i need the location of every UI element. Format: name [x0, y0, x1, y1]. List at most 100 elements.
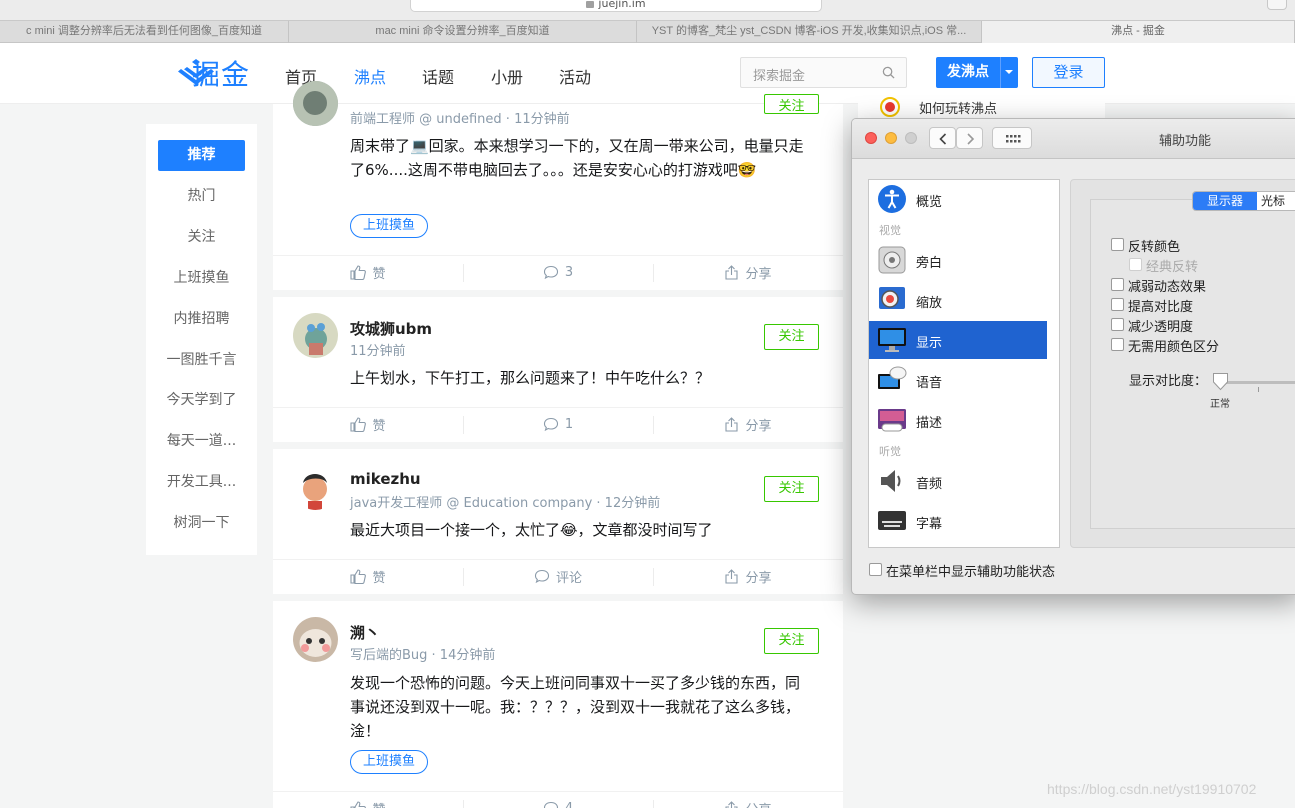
minimize-window-button[interactable]: [885, 132, 897, 144]
sidebar-item-slacking[interactable]: 上班摸鱼: [158, 263, 245, 294]
author-name[interactable]: mikezhu: [350, 470, 421, 488]
browser-tab[interactable]: mac mini 命令设置分辨率_百度知道: [289, 21, 637, 43]
list-item-descriptions[interactable]: 描述: [869, 401, 1047, 439]
follow-button[interactable]: 关注: [764, 324, 819, 350]
forward-button[interactable]: [956, 127, 983, 149]
comment-button[interactable]: 1: [463, 408, 653, 441]
browser-tab[interactable]: YST 的博客_梵尘 yst_CSDN 博客-iOS 开发,收集知识点,iOS …: [637, 21, 982, 43]
list-item-display[interactable]: 显示: [869, 321, 1047, 359]
comment-button[interactable]: 评论: [463, 560, 653, 593]
sidebar-item-jobs[interactable]: 内推招聘: [158, 304, 245, 335]
display-contrast-slider-track[interactable]: [1224, 381, 1295, 384]
search-input[interactable]: 探索掘金: [740, 57, 907, 88]
comment-button[interactable]: 3: [463, 256, 653, 289]
like-button[interactable]: 赞: [273, 256, 463, 289]
show-all-button[interactable]: [992, 127, 1032, 149]
reduce-transparency-checkbox[interactable]: [1111, 318, 1124, 331]
browser-tab-active[interactable]: 沸点 - 掘金: [982, 21, 1295, 43]
pin-content[interactable]: 周末带了💻回家。本来想学习一下的，又在周一带来公司，电量只走了6%....这周不…: [350, 134, 805, 182]
like-button[interactable]: 赞: [273, 792, 463, 808]
topic-tag[interactable]: 上班摸鱼: [350, 214, 429, 238]
pin-guide-link[interactable]: 如何玩转沸点: [858, 96, 1105, 118]
post-pin-button[interactable]: 发沸点: [936, 57, 1018, 88]
increase-contrast-checkbox[interactable]: [1111, 298, 1124, 311]
search-icon[interactable]: [882, 66, 895, 79]
share-button[interactable]: [1267, 0, 1287, 10]
back-button[interactable]: [929, 127, 956, 149]
nav-books[interactable]: 小册: [491, 64, 523, 88]
list-item-overview[interactable]: 概览: [869, 180, 1047, 218]
avatar[interactable]: [293, 313, 338, 358]
comment-count: 3: [564, 265, 574, 280]
classic-invert-label: 经典反转: [1146, 260, 1199, 275]
sidebar-item-recommended[interactable]: 推荐: [158, 140, 245, 171]
sidebar-item-til[interactable]: 今天学到了: [158, 385, 245, 416]
share-button[interactable]: 分享: [653, 256, 843, 289]
chevron-right-icon: [967, 133, 975, 145]
window-titlebar[interactable]: 辅助功能: [852, 119, 1295, 159]
follow-button[interactable]: 关注: [764, 94, 819, 114]
tab-display[interactable]: 显示器: [1193, 192, 1257, 210]
share-icon: [725, 569, 739, 584]
speech-icon: [878, 366, 907, 389]
nav-events[interactable]: 活动: [559, 64, 591, 88]
comment-icon: [534, 569, 550, 584]
display-contrast-slider-knob[interactable]: [1212, 372, 1229, 391]
grid-icon: [1006, 135, 1021, 143]
avatar[interactable]: [293, 617, 338, 662]
reduce-transparency-label: 减少透明度: [1128, 320, 1194, 335]
sidebar-item-daily-question[interactable]: 每天一道...: [158, 426, 245, 457]
comment-button[interactable]: 4: [463, 792, 653, 808]
tab-cursor[interactable]: 光标: [1261, 192, 1285, 210]
address-bar[interactable]: juejin.im: [410, 0, 822, 12]
comment-icon: [543, 265, 558, 280]
sidebar-item-dev-tools[interactable]: 开发工具...: [158, 467, 245, 498]
slider-normal-label: 正常: [1210, 399, 1230, 410]
list-item-zoom[interactable]: 缩放: [869, 281, 1047, 319]
follow-button[interactable]: 关注: [764, 628, 819, 654]
share-button[interactable]: 分享: [653, 408, 843, 441]
like-button[interactable]: 赞: [273, 560, 463, 593]
share-button[interactable]: 分享: [653, 792, 843, 808]
sidebar-item-hot[interactable]: 热门: [158, 181, 245, 212]
display-contrast-label: 显示对比度：: [1129, 374, 1208, 389]
list-item-audio[interactable]: 音频: [869, 462, 1047, 500]
share-button[interactable]: 分享: [653, 560, 843, 593]
list-item-captions[interactable]: 字幕: [869, 502, 1047, 540]
window-title: 辅助功能: [1159, 134, 1212, 149]
pin-content[interactable]: 最近大项目一个接一个，太忙了😂，文章都没时间写了: [350, 518, 805, 542]
like-button[interactable]: 赞: [273, 408, 463, 441]
author-name[interactable]: 攻城狮ubm: [350, 318, 432, 339]
follow-button[interactable]: 关注: [764, 476, 819, 502]
reduce-motion-checkbox[interactable]: [1111, 278, 1124, 291]
invert-colors-checkbox[interactable]: [1111, 238, 1124, 251]
avatar[interactable]: [293, 465, 338, 510]
pin-content[interactable]: 上午划水，下午打工，那么问题来了！中午吃什么？？: [350, 366, 805, 390]
pin-content[interactable]: 发现一个恐怖的问题。今天上班问同事双十一买了多少钱的东西，同事说还没到双十一呢。…: [350, 671, 805, 743]
list-item-label: 字幕: [916, 517, 943, 532]
voiceover-icon: [878, 246, 906, 274]
sidebar-item-pictures[interactable]: 一图胜千言: [158, 345, 245, 376]
close-window-button[interactable]: [865, 132, 877, 144]
sidebar-item-tree-hole[interactable]: 树洞一下: [158, 508, 245, 539]
chevron-down-icon[interactable]: [1005, 70, 1013, 74]
menu-bar-status-checkbox[interactable]: [869, 563, 882, 576]
author-name[interactable]: 溯丶: [350, 622, 380, 643]
chevron-left-icon: [939, 133, 947, 145]
author-meta: java开发工程师 @ Education company · 12分钟前: [350, 496, 661, 511]
zoom-window-button[interactable]: [905, 132, 917, 144]
list-item-voiceover[interactable]: 旁白: [869, 241, 1047, 279]
logo-text[interactable]: 掘金: [192, 53, 250, 93]
button-divider: [1000, 57, 1001, 88]
topic-tag[interactable]: 上班摸鱼: [350, 750, 429, 774]
nav-pins[interactable]: 沸点: [354, 64, 386, 88]
avatar[interactable]: [293, 81, 338, 126]
sidebar-item-following[interactable]: 关注: [158, 222, 245, 253]
nav-topics[interactable]: 话题: [422, 64, 454, 88]
differentiate-without-color-checkbox[interactable]: [1111, 338, 1124, 351]
author-meta: 11分钟前: [350, 344, 406, 359]
classic-invert-checkbox[interactable]: [1129, 258, 1142, 271]
list-item-speech[interactable]: 语音: [869, 361, 1047, 399]
browser-tab[interactable]: c mini 调整分辨率后无法看到任何图像_百度知道: [0, 21, 289, 43]
login-button[interactable]: 登录: [1032, 57, 1105, 88]
